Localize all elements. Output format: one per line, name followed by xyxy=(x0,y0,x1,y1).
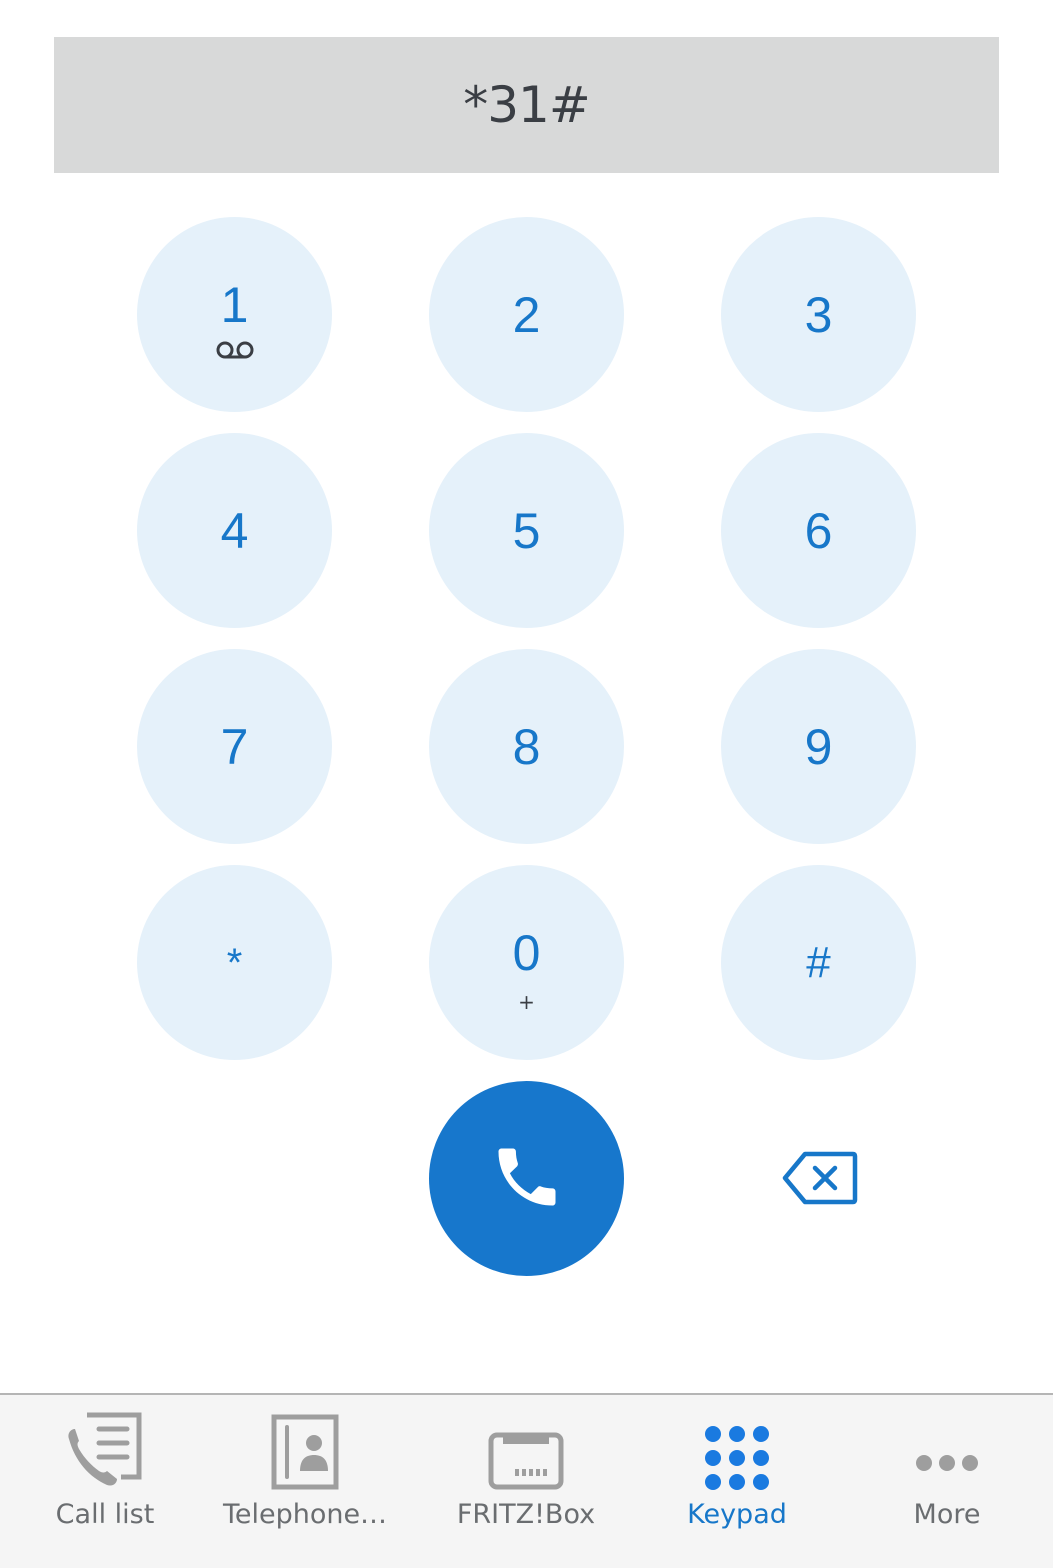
key-digit: 2 xyxy=(512,286,541,343)
keypad-icon xyxy=(703,1401,771,1491)
key-star[interactable]: * xyxy=(137,865,332,1060)
key-digit: 3 xyxy=(804,286,833,343)
key-7[interactable]: 7 xyxy=(137,649,332,844)
tab-label: Telephone… xyxy=(222,1499,388,1530)
key-1[interactable]: 1 xyxy=(137,217,332,412)
key-4[interactable]: 4 xyxy=(137,433,332,628)
key-digit: 7 xyxy=(220,718,249,775)
backspace-icon xyxy=(781,1150,859,1210)
tab-label: More xyxy=(913,1499,981,1530)
key-2[interactable]: 2 xyxy=(429,217,624,412)
key-digit: 5 xyxy=(512,502,541,559)
key-digit: 8 xyxy=(512,718,541,775)
fritzbox-icon xyxy=(487,1401,565,1491)
key-0[interactable]: 0 + xyxy=(429,865,624,1060)
voicemail-icon xyxy=(215,340,255,360)
tab-label: Call list xyxy=(55,1499,155,1530)
phonebook-icon xyxy=(270,1401,340,1491)
dialed-number: *31# xyxy=(463,76,591,134)
key-digit: 4 xyxy=(220,502,249,559)
key-digit: * xyxy=(226,940,243,985)
key-digit: # xyxy=(806,937,831,987)
tab-more[interactable]: More xyxy=(842,1395,1052,1568)
key-digit: 9 xyxy=(804,718,833,775)
key-9[interactable]: 9 xyxy=(721,649,916,844)
tab-keypad[interactable]: Keypad xyxy=(632,1395,842,1568)
bottom-tab-bar: Call list Telephone… FRITZ!Box Keypad Mo… xyxy=(0,1393,1053,1568)
key-digit: 1 xyxy=(220,276,249,333)
dial-display[interactable]: *31# xyxy=(54,37,999,173)
key-5[interactable]: 5 xyxy=(429,433,624,628)
key-6[interactable]: 6 xyxy=(721,433,916,628)
tab-call-list[interactable]: Call list xyxy=(0,1395,210,1568)
call-list-icon xyxy=(65,1401,145,1491)
phone-icon xyxy=(489,1139,565,1219)
tab-fritzbox[interactable]: FRITZ!Box xyxy=(421,1395,631,1568)
key-sub-label: + xyxy=(518,989,535,1014)
call-button[interactable] xyxy=(429,1081,624,1276)
key-3[interactable]: 3 xyxy=(721,217,916,412)
tab-label: Keypad xyxy=(687,1499,787,1530)
tab-telephone-book[interactable]: Telephone… xyxy=(200,1395,410,1568)
more-icon xyxy=(914,1401,980,1491)
key-hash[interactable]: # xyxy=(721,865,916,1060)
key-8[interactable]: 8 xyxy=(429,649,624,844)
key-digit: 0 xyxy=(512,924,541,981)
key-digit: 6 xyxy=(804,502,833,559)
tab-label: FRITZ!Box xyxy=(456,1499,596,1530)
backspace-button[interactable] xyxy=(770,1140,870,1220)
